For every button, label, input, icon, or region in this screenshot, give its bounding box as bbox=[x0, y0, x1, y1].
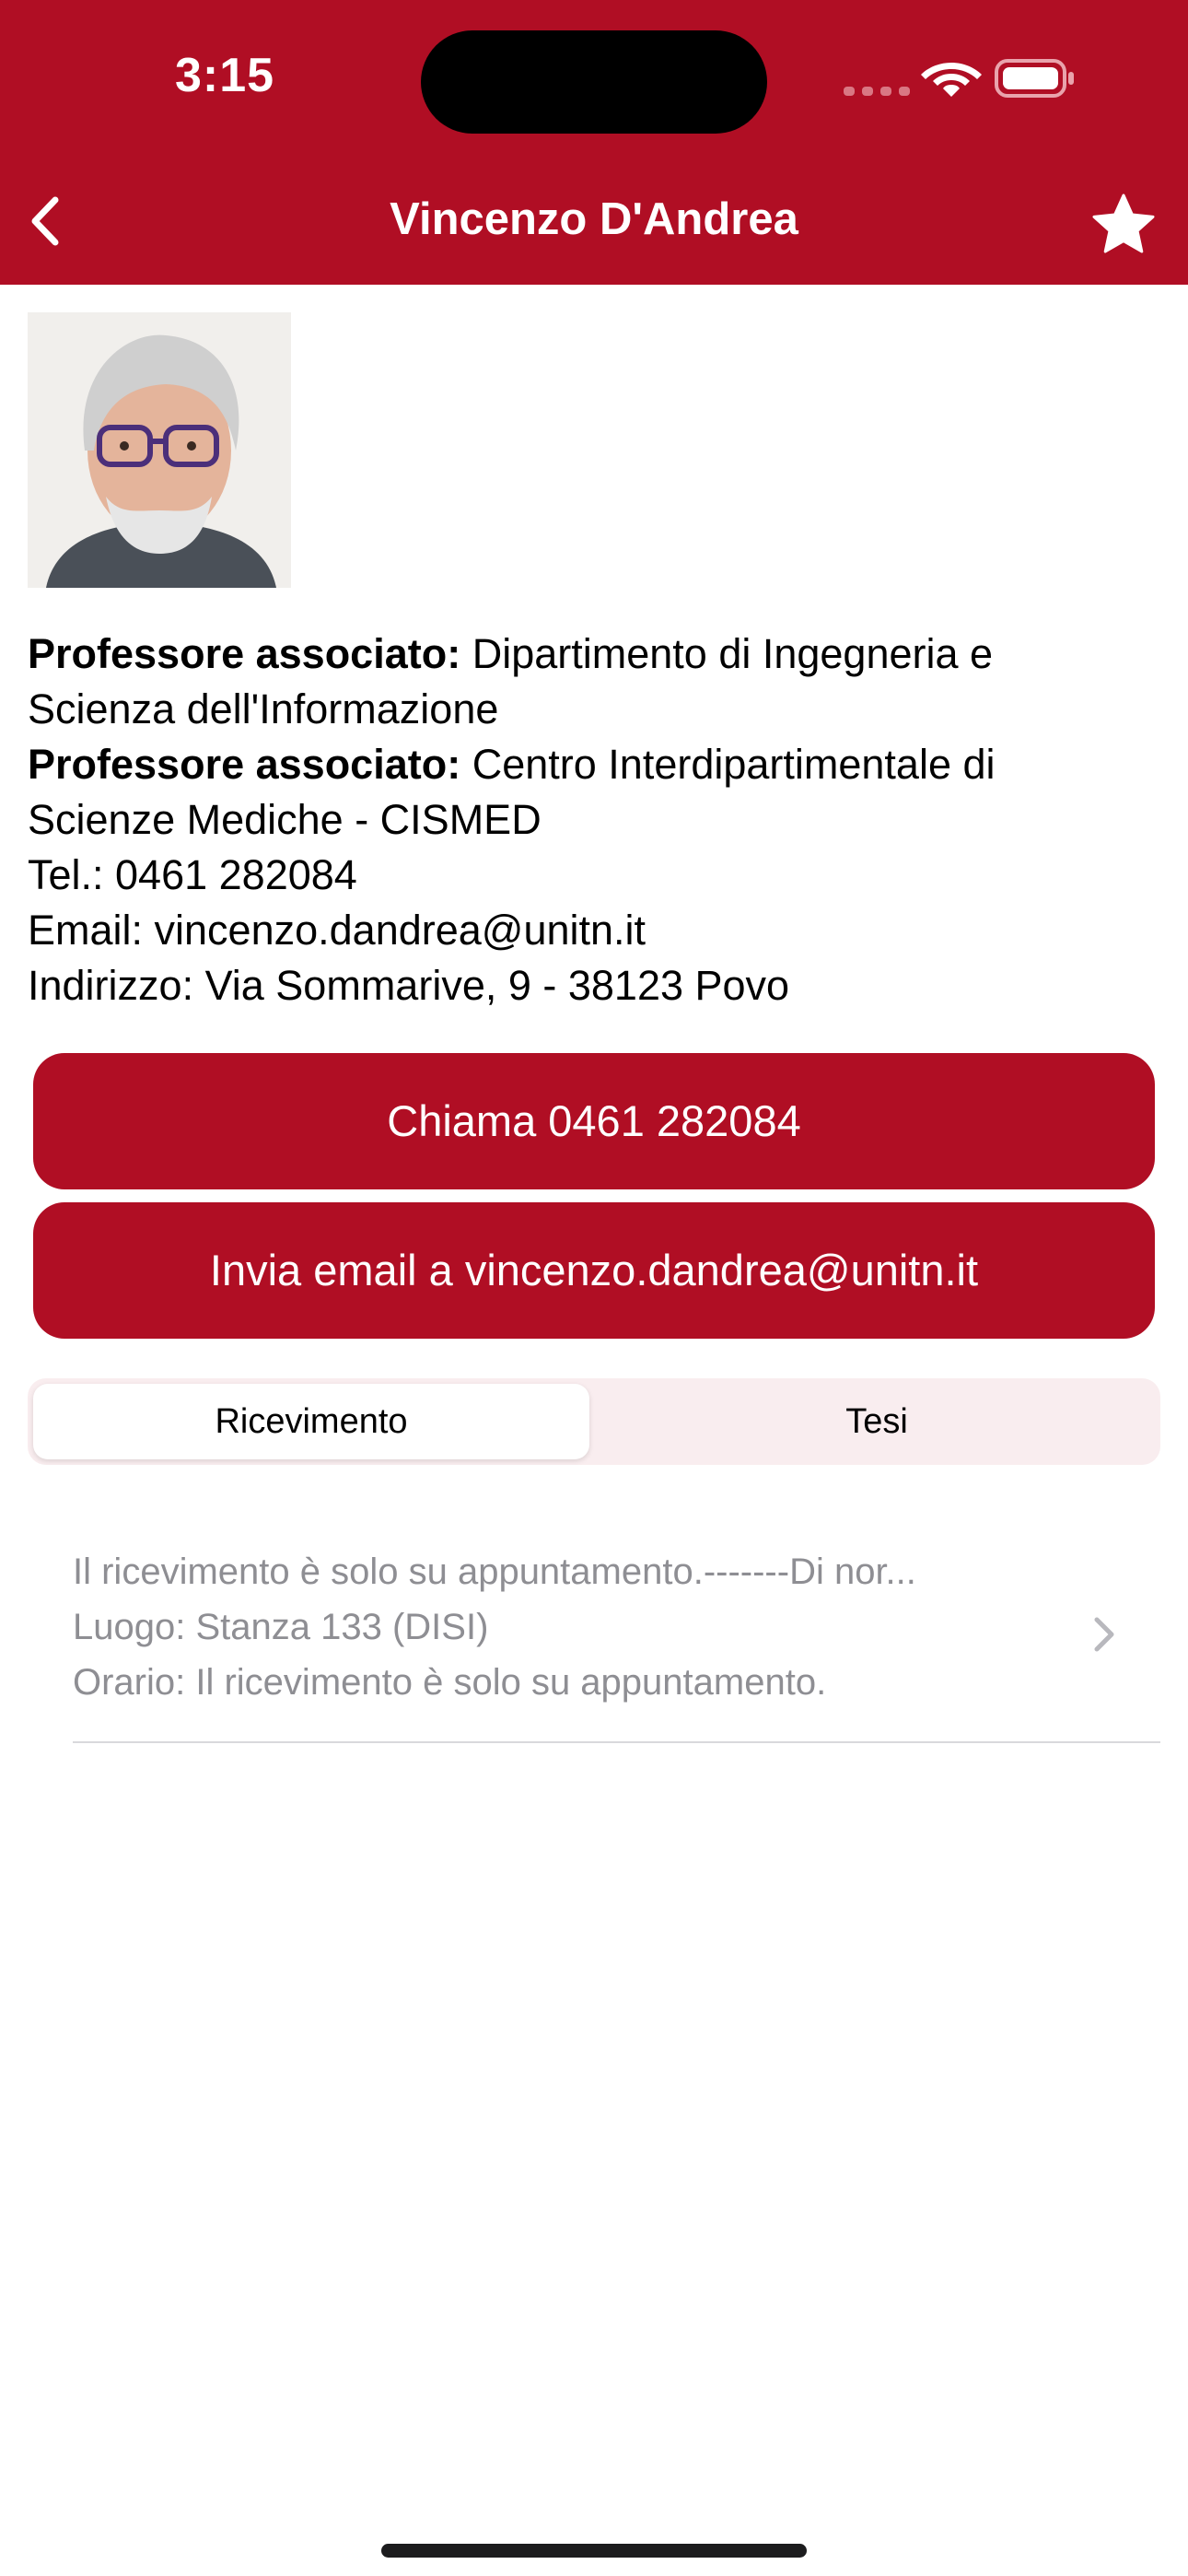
call-button[interactable]: Chiama 0461 282084 bbox=[33, 1053, 1155, 1189]
dynamic-island bbox=[421, 30, 767, 134]
role-department: Centro Interdipartimentale di bbox=[472, 741, 996, 788]
battery-icon bbox=[995, 59, 1074, 98]
segmented-control: Ricevimento Tesi bbox=[28, 1378, 1160, 1465]
phone-text: Tel.: 0461 282084 bbox=[28, 851, 357, 898]
role-1-continued: Scienza dell'Informazione bbox=[28, 685, 499, 732]
contact-info: Professore associato: Dipartimento di In… bbox=[28, 626, 1160, 1013]
avatar bbox=[28, 312, 291, 588]
role-label: Professore associato: bbox=[28, 741, 461, 788]
page-title: Vincenzo D'Andrea bbox=[390, 194, 798, 244]
role-label: Professore associato: bbox=[28, 630, 461, 677]
tab-tesi[interactable]: Tesi bbox=[599, 1384, 1155, 1459]
office-hours-place: Luogo: Stanza 133 (DISI) bbox=[73, 1607, 489, 1647]
role-2: Professore associato: Centro Interdipart… bbox=[28, 737, 1160, 792]
office-hours-note: Il ricevimento è solo su appuntamento.--… bbox=[73, 1551, 916, 1592]
role-2-continued: Scienze Mediche - CISMED bbox=[28, 796, 542, 843]
cellular-signal-icon bbox=[844, 87, 910, 96]
role-1: Professore associato: Dipartimento di In… bbox=[28, 626, 1160, 682]
role-department: Dipartimento di Ingegneria e bbox=[472, 630, 994, 677]
office-hours-time: Orario: Il ricevimento è solo su appunta… bbox=[73, 1662, 827, 1703]
star-icon[interactable] bbox=[1090, 192, 1157, 258]
status-icons bbox=[844, 59, 1074, 98]
profile-photo bbox=[28, 312, 291, 588]
status-time: 3:15 bbox=[175, 49, 275, 102]
wifi-icon bbox=[921, 63, 982, 97]
chevron-right-icon bbox=[1094, 1617, 1114, 1652]
home-indicator[interactable] bbox=[381, 2544, 807, 2558]
address-text: Indirizzo: Via Sommarive, 9 - 38123 Povo bbox=[28, 962, 790, 1009]
divider bbox=[73, 1741, 1160, 1743]
list-item[interactable]: Il ricevimento è solo su appuntamento.--… bbox=[73, 1544, 1160, 1743]
navigation-header: 3:15 Vincenzo D'Andrea bbox=[0, 0, 1188, 285]
email-text: Email: vincenzo.dandrea@unitn.it bbox=[28, 907, 646, 954]
tab-ricevimento[interactable]: Ricevimento bbox=[33, 1384, 589, 1459]
send-email-button[interactable]: Invia email a vincenzo.dandrea@unitn.it bbox=[33, 1202, 1155, 1339]
